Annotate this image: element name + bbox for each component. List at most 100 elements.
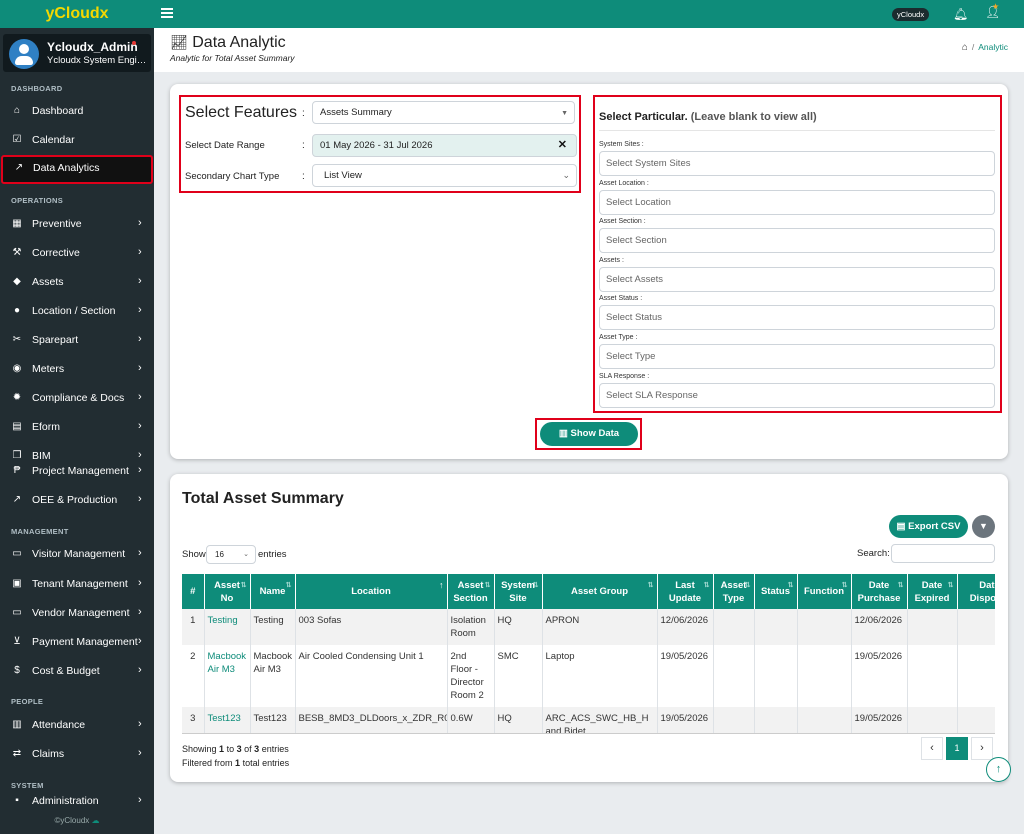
sidebar-item-label: Vendor Management: [32, 607, 130, 619]
app-badge[interactable]: yCloudx: [892, 8, 930, 21]
sidebar-item-compliance-docs[interactable]: ✹ Compliance & Docs ›: [0, 385, 154, 411]
system-sites-input[interactable]: Select System Sites: [599, 151, 995, 176]
column-header-location[interactable]: Location ↑: [295, 574, 448, 609]
cell-asset-no-link[interactable]: Test123: [204, 707, 251, 733]
sidebar-item-payment-management[interactable]: ⊻ Payment Management ›: [0, 629, 154, 655]
cell-type: [713, 609, 755, 645]
sla-response-input[interactable]: Select SLA Response: [599, 383, 995, 408]
column-header-name[interactable]: Name ⇅: [250, 574, 296, 609]
sidebar-item-meters[interactable]: ◉ Meters ›: [0, 356, 154, 382]
sidebar-item-oee-production[interactable]: ↗ OEE & Production ›: [0, 487, 154, 513]
chevron-right-icon: ›: [138, 794, 142, 806]
asset-location-label: Asset Location :: [599, 180, 649, 187]
table-wrapper[interactable]: # Asset No ⇅ Name ⇅ Location ↑ Asset Sectio…: [182, 574, 995, 734]
cell-asset-no-link[interactable]: Macbook Air M3: [204, 645, 251, 707]
cell-name: Testing: [250, 609, 296, 645]
column-header-system-site[interactable]: System Site ⇅: [494, 574, 543, 609]
sidebar-item-label: Corrective: [32, 247, 80, 259]
arrow-up-icon: ↑: [995, 763, 1002, 775]
breadcrumb: ⌂ / Analytic: [962, 42, 1008, 53]
column-header-last-update[interactable]: Last Update ⇅: [657, 574, 714, 609]
sidebar-item-assets[interactable]: ◆ Assets ›: [0, 269, 154, 295]
sidebar-item-visitor-management[interactable]: ▭ Visitor Management ›: [0, 541, 154, 567]
sidebar-item-administration[interactable]: ▪ Administration ›: [0, 788, 154, 814]
column-header-asset-section[interactable]: Asset Section ⇅: [447, 574, 495, 609]
asset-summary-table: # Asset No ⇅ Name ⇅ Location ↑ Asset Sectio…: [182, 574, 995, 733]
column-header-date-purchase[interactable]: Date Purchase ⇅: [851, 574, 908, 609]
export-csv-button[interactable]: ▤ Export CSV: [889, 515, 968, 538]
date-range-input[interactable]: 01 May 2026 - 31 Jul 2026 ✕: [312, 134, 577, 157]
filtered-suffix: total entries: [242, 758, 290, 768]
column-header-asset-group[interactable]: Asset Group ⇅: [542, 574, 658, 609]
clear-icon[interactable]: ✕: [558, 135, 567, 156]
sort-icon: ⇅: [744, 582, 751, 589]
sidebar-item-tenant-management[interactable]: ▣ Tenant Management ›: [0, 571, 154, 597]
sidebar-item-dashboard[interactable]: ⌂ Dashboard: [0, 98, 154, 124]
asset-type-input[interactable]: Select Type: [599, 344, 995, 369]
asset-status-input[interactable]: Select Status: [599, 305, 995, 330]
sidebar-item-preventive[interactable]: ▦ Preventive ›: [0, 211, 154, 237]
cell-disposal: [957, 707, 995, 733]
chart-type-value: List View: [324, 170, 362, 181]
chart-type-select[interactable]: List View ⌄: [312, 164, 577, 187]
show-data-label: Show Data: [570, 428, 620, 439]
column-header-function[interactable]: Function ⇅: [797, 574, 852, 609]
sidebar-item-project-management[interactable]: ₱ Project Management ›: [0, 458, 154, 484]
caret-down-icon: ▼: [561, 110, 568, 117]
dollar-icon: $: [14, 665, 20, 676]
sort-icon: ⇅: [484, 582, 491, 589]
bell-icon[interactable]: 🔔︎: [953, 7, 968, 21]
colon: :: [302, 108, 305, 119]
sidebar-item-location-section[interactable]: ● Location / Section ›: [0, 298, 154, 324]
cell-name: Test123: [250, 707, 296, 733]
column-header-status[interactable]: Status ⇅: [754, 574, 798, 609]
entries-label: entries: [258, 549, 287, 560]
calendar-check-icon: ☑: [12, 134, 22, 145]
sla-response-label: SLA Response :: [599, 373, 650, 380]
sidebar-item-vendor-management[interactable]: ▭ Vendor Management ›: [0, 600, 154, 626]
pagination-next-button[interactable]: ›: [971, 737, 993, 760]
chevron-right-icon: ›: [138, 304, 142, 316]
column-header-number[interactable]: #: [182, 574, 205, 609]
chevron-right-icon: ›: [138, 391, 142, 403]
sidebar-item-data-analytics[interactable]: ↗ Data Analytics: [1, 155, 153, 184]
column-header-date-disposal[interactable]: Date Disposal: [957, 574, 995, 609]
column-header-asset-no[interactable]: Asset No ⇅: [204, 574, 251, 609]
pagination-prev-button[interactable]: ‹: [921, 737, 943, 760]
filter-icon[interactable]: ▼: [972, 515, 995, 538]
assets-input[interactable]: Select Assets: [599, 267, 995, 292]
asset-location-input[interactable]: Select Location: [599, 190, 995, 215]
search-input[interactable]: [891, 544, 995, 563]
show-data-button[interactable]: ▥ Show Data: [540, 422, 638, 446]
date-range-label: Select Date Range: [185, 140, 265, 151]
sidebar-item-cost-budget[interactable]: $ Cost & Budget ›: [0, 658, 154, 684]
asset-section-input[interactable]: Select Section: [599, 228, 995, 253]
sidebar-item-corrective[interactable]: ⚒ Corrective ›: [0, 240, 154, 266]
home-icon: ⌂: [13, 105, 21, 116]
sidebar-item-calendar[interactable]: ☑ Calendar: [0, 127, 154, 153]
sidebar-item-eform[interactable]: ▤ Eform ›: [0, 414, 154, 440]
menu-toggle-icon[interactable]: [161, 8, 173, 18]
entries-select[interactable]: 16 ⌄: [206, 545, 256, 564]
home-icon[interactable]: ⌂: [962, 42, 968, 53]
id-card-icon: ▭: [12, 548, 22, 559]
info-prefix: Showing: [182, 744, 217, 754]
tag-icon: ◆: [13, 276, 21, 287]
sidebar-item-claims[interactable]: ⇄ Claims ›: [0, 741, 154, 767]
user-panel[interactable]: Ycloudx_Admin Ycloudx System Engineer: [3, 34, 151, 72]
pagination-page-1[interactable]: 1: [946, 737, 968, 760]
date-range-value: 01 May 2026 - 31 Jul 2026: [320, 140, 433, 151]
column-header-label: Date Disposal: [969, 579, 995, 604]
feature-select[interactable]: Assets Summary ▼: [312, 101, 575, 124]
breadcrumb-current[interactable]: Analytic: [978, 42, 1008, 52]
column-header-date-expired[interactable]: Date Expired ⇅: [907, 574, 958, 609]
column-header-asset-type[interactable]: Asset Type ⇅: [713, 574, 755, 609]
sidebar-item-attendance[interactable]: ▥ Attendance ›: [0, 712, 154, 738]
sidebar-item-sparepart[interactable]: ✂ Sparepart ›: [0, 327, 154, 353]
cell-asset-no-link[interactable]: Testing: [204, 609, 251, 645]
scroll-to-top-button[interactable]: ↑: [986, 757, 1011, 782]
sidebar-item-label: Visitor Management: [32, 548, 126, 560]
cell-purchase: 19/05/2026: [851, 645, 908, 707]
cell-status: [754, 645, 798, 707]
column-header-label: Location: [351, 586, 391, 597]
